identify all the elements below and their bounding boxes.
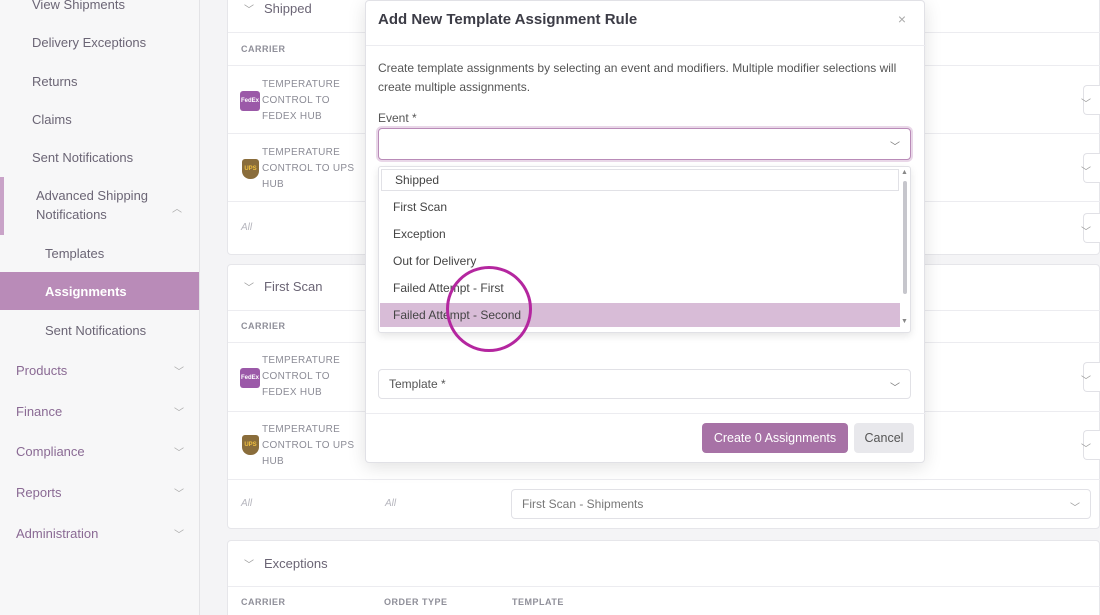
chevron-down-icon: ﹀	[174, 367, 184, 378]
chevron-down-icon: ﹀	[1081, 227, 1091, 238]
template-select[interactable]: ﹀	[1081, 430, 1100, 460]
fedex-logo: FedEx	[240, 368, 260, 388]
sidebar-item-templates[interactable]: Templates	[45, 246, 195, 261]
all-order-type-label: All	[385, 498, 397, 509]
scrollbar-thumb[interactable]	[903, 181, 907, 294]
carrier-name: TEMPERATURE CONTROL TO FEDEX HUB	[262, 79, 341, 122]
column-header-template: TEMPLATE	[512, 597, 564, 607]
create-assignments-button[interactable]: Create 0 Assignments	[702, 423, 848, 453]
all-carrier-label: All	[241, 222, 253, 233]
chevron-down-icon: ﹀	[1081, 99, 1091, 110]
template-select[interactable]: ﹀	[1081, 362, 1100, 392]
column-header-carrier: CARRIER	[241, 321, 286, 331]
dropdown-scrollbar[interactable]: ▲ ▼	[901, 169, 908, 329]
fedex-logo: FedEx	[240, 91, 260, 111]
chevron-down-icon: ﹀	[174, 530, 184, 541]
sidebar-section-label: Administration	[16, 526, 99, 541]
card-title: Exceptions	[264, 556, 328, 571]
divider	[366, 413, 926, 414]
modal-description: Create template assignments by selecting…	[378, 61, 897, 94]
divider	[228, 479, 1100, 480]
template-select-placeholder: Template *	[389, 377, 446, 391]
card-header[interactable]: ﹀ First Scan	[244, 279, 323, 294]
card-exceptions: ﹀ Exceptions CARRIER ORDER TYPE TEMPLATE	[227, 540, 1100, 615]
sidebar-section-label: Compliance	[16, 444, 85, 459]
scroll-down-icon[interactable]: ▼	[901, 318, 908, 325]
chevron-down-icon: ﹀	[244, 560, 254, 571]
chevron-down-icon: ﹀	[174, 489, 184, 500]
dropdown-option-failed-attempt-second[interactable]: Failed Attempt - Second	[380, 303, 900, 327]
template-select[interactable]: ﹀	[1081, 153, 1100, 183]
close-icon[interactable]: ×	[898, 11, 906, 27]
card-header[interactable]: ﹀ Shipped	[244, 1, 312, 16]
sidebar-item-asn-sent-notifications[interactable]: Sent Notifications	[45, 323, 195, 338]
event-field-label: Event *	[378, 111, 417, 125]
sidebar-section-administration[interactable]: Administration ﹀	[16, 526, 184, 541]
card-header[interactable]: ﹀ Exceptions	[244, 556, 328, 571]
dropdown-option-exception[interactable]: Exception	[380, 222, 900, 246]
sidebar-section-label: Reports	[16, 485, 62, 500]
chevron-down-icon: ﹀	[174, 408, 184, 419]
template-select[interactable]: ﹀	[1081, 85, 1100, 115]
divider	[366, 45, 926, 46]
sidebar-item-label: Advanced Shipping Notifications	[36, 188, 149, 222]
chevron-down-icon: ﹀	[244, 5, 254, 16]
sidebar-active-indicator	[0, 177, 4, 235]
event-select[interactable]: ﹀	[378, 128, 911, 160]
dropdown-option-shipped[interactable]: Shipped	[381, 169, 899, 191]
modal-title: Add New Template Assignment Rule	[378, 11, 638, 28]
chevron-down-icon: ﹀	[244, 283, 254, 294]
card-title: First Scan	[264, 279, 323, 294]
card-title: Shipped	[264, 1, 312, 16]
chevron-down-icon: ﹀	[1081, 444, 1091, 455]
sidebar-section-label: Products	[16, 363, 68, 378]
chevron-down-icon: ﹀	[890, 383, 900, 394]
divider	[228, 586, 1100, 587]
template-select-value: First Scan - Shipments	[522, 497, 644, 511]
sidebar: View Shipments Delivery Exceptions Retur…	[0, 0, 200, 615]
sidebar-section-reports[interactable]: Reports ﹀	[16, 485, 184, 500]
carrier-name: TEMPERATURE CONTROL TO FEDEX HUB	[262, 355, 341, 398]
template-select[interactable]: ﹀	[1081, 213, 1100, 243]
carrier-name: TEMPERATURE CONTROL TO UPS HUB	[262, 424, 355, 467]
ups-logo: UPS	[242, 435, 259, 455]
column-header-carrier: CARRIER	[241, 44, 286, 54]
chevron-down-icon: ﹀	[1081, 167, 1091, 178]
sidebar-section-label: Finance	[16, 404, 63, 419]
chevron-down-icon: ﹀	[1081, 376, 1091, 387]
chevron-up-icon: ︿	[172, 204, 182, 215]
chevron-down-icon: ﹀	[174, 448, 184, 459]
sidebar-item-label: Assignments	[45, 283, 127, 299]
template-select[interactable]: First Scan - Shipments ﹀	[511, 489, 1091, 519]
event-dropdown-menu: Shipped First Scan Exception Out for Del…	[378, 166, 911, 333]
dropdown-option-out-for-delivery[interactable]: Out for Delivery	[380, 249, 900, 273]
sidebar-section-finance[interactable]: Finance ﹀	[16, 404, 184, 419]
cancel-button[interactable]: Cancel	[854, 423, 914, 453]
column-header-order-type: ORDER TYPE	[384, 597, 448, 607]
sidebar-item-advanced-shipping-notifications[interactable]: Advanced Shipping Notifications ︿	[36, 186, 186, 224]
carrier-name: TEMPERATURE CONTROL TO UPS HUB	[262, 147, 355, 190]
chevron-down-icon: ﹀	[1070, 503, 1080, 514]
dropdown-option-first-scan[interactable]: First Scan	[380, 195, 900, 219]
sidebar-section-products[interactable]: Products ﹀	[16, 363, 184, 378]
add-template-assignment-modal: Add New Template Assignment Rule × Creat…	[365, 0, 926, 463]
column-header-carrier: CARRIER	[241, 597, 286, 607]
chevron-down-icon: ﹀	[890, 142, 900, 153]
ups-logo: UPS	[242, 159, 259, 179]
sidebar-section-compliance[interactable]: Compliance ﹀	[16, 444, 184, 459]
all-carrier-label: All	[241, 498, 253, 509]
sidebar-item-assignments[interactable]: Assignments	[0, 272, 199, 310]
template-select[interactable]: Template * ﹀	[378, 369, 911, 399]
scroll-up-icon[interactable]: ▲	[901, 169, 908, 176]
dropdown-option-failed-attempt-first[interactable]: Failed Attempt - First	[380, 276, 900, 300]
